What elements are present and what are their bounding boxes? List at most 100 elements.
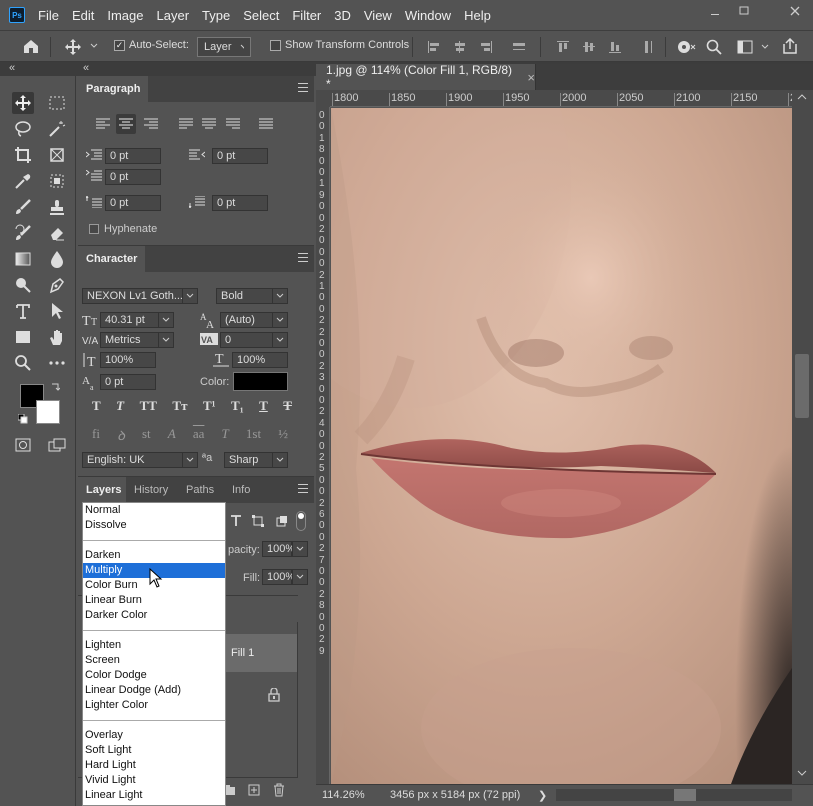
gradient-tool[interactable]	[12, 248, 34, 270]
type-tool[interactable]	[12, 300, 34, 322]
superscript-button[interactable]: T¹	[203, 398, 216, 414]
ordinals-button[interactable]: 1st	[246, 426, 261, 442]
align-left-icon[interactable]	[427, 40, 441, 54]
panel-menu-icon[interactable]	[298, 83, 308, 95]
history-brush-tool[interactable]	[12, 222, 34, 244]
justify-last-right-icon[interactable]	[226, 118, 240, 130]
chevron-down-icon[interactable]	[292, 541, 308, 557]
blend-mode-option[interactable]: Dissolve	[83, 518, 225, 533]
dodge-tool[interactable]	[12, 274, 34, 296]
menu-help[interactable]: Help	[464, 8, 491, 23]
horizontal-scrollbar[interactable]	[556, 789, 792, 801]
move-tool[interactable]	[12, 92, 34, 114]
share-icon[interactable]	[782, 38, 798, 54]
brush-tool[interactable]	[12, 196, 34, 218]
strikethrough-button[interactable]: T	[283, 398, 292, 414]
tab-paths[interactable]: Paths	[178, 477, 223, 503]
indent-right-field[interactable]: 0 pt	[212, 148, 268, 164]
text-color-swatch[interactable]	[233, 372, 288, 391]
chevron-down-icon[interactable]	[272, 312, 288, 328]
font-family-field[interactable]: NEXON Lv1 Goth...	[82, 288, 188, 304]
blend-mode-option[interactable]: Lighter Color	[83, 698, 225, 713]
3d-mode-icon[interactable]	[677, 39, 697, 55]
chevron-down-icon[interactable]	[272, 288, 288, 304]
crop-tool[interactable]	[12, 144, 34, 166]
menu-image[interactable]: Image	[107, 8, 143, 23]
marquee-tool[interactable]	[46, 92, 68, 114]
contextual-alternates-button[interactable]: T	[222, 426, 229, 442]
panel-menu-icon[interactable]	[298, 484, 308, 496]
filter-shape-icon[interactable]	[252, 515, 264, 527]
titling-button[interactable]: aa	[193, 426, 205, 442]
tab-paragraph[interactable]: Paragraph	[78, 76, 149, 102]
blend-mode-option[interactable]: Darker Color	[83, 608, 225, 623]
close-window-button[interactable]	[784, 2, 806, 20]
collapse-tools-button[interactable]: «	[9, 62, 15, 74]
chevron-down-icon[interactable]	[182, 288, 198, 304]
vertical-scrollbar[interactable]	[792, 90, 813, 784]
menu-filter[interactable]: Filter	[292, 8, 321, 23]
faux-bold-button[interactable]: T	[92, 398, 101, 414]
stylistic-alternates-button[interactable]: st	[142, 426, 151, 442]
underline-button[interactable]: T	[259, 398, 268, 414]
clone-stamp-tool[interactable]	[46, 196, 68, 218]
chevron-down-icon[interactable]	[272, 332, 288, 348]
hyphenate-checkbox[interactable]	[89, 224, 99, 234]
blend-mode-option[interactable]: Linear Burn	[83, 593, 225, 608]
distribute-icon[interactable]	[512, 40, 526, 54]
home-icon[interactable]	[22, 38, 40, 54]
blend-mode-option[interactable]: Linear Dodge (Add)	[83, 683, 225, 698]
fractions-button[interactable]: ½	[278, 426, 288, 442]
canvas-photo[interactable]	[331, 108, 792, 784]
align-text-center-button[interactable]	[116, 114, 136, 134]
swap-colors-icon[interactable]	[50, 383, 60, 393]
align-bottom-icon[interactable]	[608, 40, 622, 54]
align-text-right-icon[interactable]	[144, 118, 158, 130]
hand-tool[interactable]	[46, 326, 68, 348]
blend-mode-option[interactable]: Soft Light	[83, 743, 225, 758]
menu-view[interactable]: View	[364, 8, 392, 23]
eraser-tool[interactable]	[46, 222, 68, 244]
align-middle-icon[interactable]	[582, 40, 596, 54]
blend-mode-option[interactable]: Linear Light	[83, 788, 225, 803]
pen-tool[interactable]	[46, 274, 68, 296]
default-colors-icon[interactable]	[18, 414, 28, 424]
frame-tool[interactable]	[46, 144, 68, 166]
horizontal-scale-field[interactable]: 100%	[232, 352, 288, 368]
blend-mode-option[interactable]: Overlay	[83, 728, 225, 743]
chevron-down-icon[interactable]	[761, 44, 769, 50]
opacity-field[interactable]: 100%	[262, 541, 295, 557]
more-tools[interactable]	[46, 352, 68, 374]
eyedropper-tool[interactable]	[12, 170, 34, 192]
trash-icon[interactable]	[273, 783, 285, 797]
align-center-icon[interactable]	[453, 40, 467, 54]
blend-mode-option[interactable]: Screen	[83, 653, 225, 668]
blur-tool[interactable]	[46, 248, 68, 270]
vertical-ruler[interactable]: 0018001900200021002200230024002500260027…	[316, 107, 330, 784]
horizontal-ruler[interactable]: 180018501900195020002050210021502	[330, 90, 792, 107]
indent-left-field[interactable]: 0 pt	[105, 148, 161, 164]
all-caps-button[interactable]: TT	[140, 398, 157, 414]
panel-menu-icon[interactable]	[298, 253, 308, 265]
auto-select-checkbox[interactable]: ✓ Auto-Select:	[114, 39, 189, 51]
quick-mask-button[interactable]	[12, 434, 34, 456]
justify-last-center-icon[interactable]	[202, 118, 216, 130]
align-right-icon[interactable]	[479, 40, 493, 54]
subscript-button[interactable]: T₁	[231, 398, 244, 414]
blend-mode-option[interactable]: Normal	[83, 503, 225, 518]
workspace-icon[interactable]	[737, 40, 753, 54]
blend-mode-option[interactable]: Lighten	[83, 638, 225, 653]
close-document-icon[interactable]: ×	[527, 70, 535, 85]
distribute-vertical-icon[interactable]	[642, 40, 656, 54]
menu-select[interactable]: Select	[243, 8, 279, 23]
font-style-field[interactable]: Bold	[216, 288, 278, 304]
menu-type[interactable]: Type	[202, 8, 230, 23]
new-layer-icon[interactable]	[248, 784, 260, 796]
tab-layers[interactable]: Layers	[78, 477, 130, 503]
tab-info[interactable]: Info	[224, 477, 259, 503]
collapse-panels-button[interactable]: «	[83, 62, 89, 74]
path-selection-tool[interactable]	[46, 300, 68, 322]
menu-3d[interactable]: 3D	[334, 8, 351, 23]
space-after-field[interactable]: 0 pt	[212, 195, 268, 211]
old-style-button[interactable]: ꝺ	[117, 426, 125, 443]
